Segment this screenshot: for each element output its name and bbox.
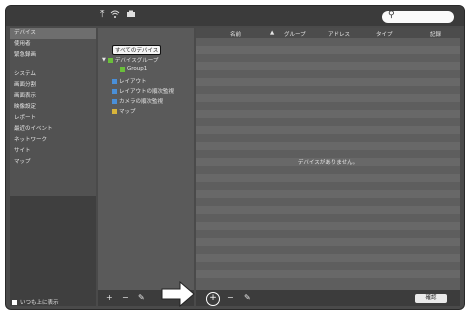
sidebar-item-video-settings[interactable]: 映像設定 [10, 102, 96, 113]
add-device-button[interactable]: + [206, 292, 220, 306]
table-row [196, 70, 460, 78]
device-tree-panel: すべてのデバイス ▼ デバイスグループ Group1 レイアウト レイアウトの順… [98, 28, 194, 290]
table-row [196, 254, 460, 262]
always-on-top-toggle[interactable]: いつも上に表示 [12, 298, 59, 306]
tree-item-group1[interactable]: Group1 [120, 66, 147, 72]
map-icon [112, 108, 117, 114]
table-header: 名前 ▲ グループ アドレス タイプ 記録 [196, 28, 460, 38]
camera-sequence-icon [112, 98, 117, 104]
column-address[interactable]: アドレス [328, 30, 350, 38]
edit-icon[interactable]: ✎ [138, 293, 145, 302]
table-row [196, 262, 460, 270]
table-row [196, 126, 460, 134]
table-row [196, 118, 460, 126]
confirm-button[interactable]: 確認 [415, 294, 447, 303]
table-row [196, 102, 460, 110]
table-row [196, 182, 460, 190]
table-row [196, 206, 460, 214]
table-row [196, 38, 460, 46]
all-devices-label: すべてのデバイス [112, 45, 162, 55]
camera-icon[interactable] [126, 9, 136, 22]
sidebar-item-map[interactable]: マップ [10, 157, 96, 168]
sidebar-item-display[interactable]: 画面表示 [10, 91, 96, 102]
table-row [196, 278, 460, 286]
group-icon [120, 66, 125, 72]
column-type[interactable]: タイプ [376, 30, 393, 38]
grid-icon [112, 78, 117, 84]
layout-sequence-label: レイアウトの順次監視 [119, 89, 175, 95]
table-row [196, 62, 460, 70]
table-row [196, 270, 460, 278]
table-row [196, 222, 460, 230]
column-name[interactable]: 名前 [230, 30, 241, 38]
table-row [196, 214, 460, 222]
table-row [196, 174, 460, 182]
top-toolbar: ⤒ ⚲ [6, 6, 464, 26]
tree-item-all-devices[interactable]: すべてのデバイス [112, 45, 162, 55]
sort-arrow-icon[interactable]: ▲ [270, 30, 274, 36]
tree-item-map[interactable]: マップ [112, 107, 136, 115]
search-icon: ⚲ [388, 10, 395, 20]
always-on-top-checkbox[interactable] [12, 299, 17, 305]
table-row [196, 46, 460, 54]
wifi-icon[interactable] [110, 9, 120, 22]
sidebar: デバイス 使用者 緊急録画 システム 画面分割 画面表示 映像設定 レポート 最… [10, 28, 96, 306]
device-group-label: デバイスグループ [114, 58, 159, 64]
remove-device-button[interactable]: − [227, 293, 234, 302]
sequence-icon [112, 88, 117, 94]
device-table: 名前 ▲ グループ アドレス タイプ 記録 デバイスがありません。 [196, 28, 460, 290]
table-row [196, 150, 460, 158]
sidebar-item-screen-split[interactable]: 画面分割 [10, 80, 96, 91]
expand-arrow-icon[interactable]: ▼ [102, 57, 106, 63]
empty-message: デバイスがありません。 [297, 160, 359, 166]
table-row [196, 78, 460, 86]
table-row [196, 134, 460, 142]
sidebar-item-recent-events[interactable]: 最近のイベント [10, 124, 96, 135]
sidebar-item-users[interactable]: 使用者 [10, 39, 96, 50]
tree-item-layout[interactable]: レイアウト [112, 77, 147, 85]
table-row [196, 166, 460, 174]
folder-icon [107, 57, 113, 63]
map-label: マップ [119, 109, 136, 115]
table-row [196, 86, 460, 94]
table-footer: + − ✎ 確認 [196, 290, 460, 306]
sidebar-item-report[interactable]: レポート [10, 113, 96, 124]
group1-label: Group1 [127, 66, 148, 72]
sidebar-divider [10, 61, 96, 69]
sidebar-menu: デバイス 使用者 緊急録画 システム 画面分割 画面表示 映像設定 レポート 最… [10, 28, 96, 196]
layout-label: レイアウト [119, 79, 147, 85]
table-row [196, 110, 460, 118]
minus-icon[interactable]: − [122, 293, 129, 302]
table-row [196, 246, 460, 254]
table-row [196, 54, 460, 62]
table-row [196, 238, 460, 246]
table-row [196, 230, 460, 238]
table-row [196, 198, 460, 206]
tree-item-camera-sequence[interactable]: カメラの順次監視 [112, 97, 163, 105]
sidebar-item-network[interactable]: ネットワーク [10, 135, 96, 146]
search-input[interactable]: ⚲ [382, 10, 454, 23]
upload-icon[interactable]: ⤒ [100, 9, 104, 22]
sidebar-item-devices[interactable]: デバイス [10, 28, 96, 39]
edit-device-button[interactable]: ✎ [244, 293, 251, 302]
sidebar-item-system[interactable]: システム [10, 69, 96, 80]
sidebar-item-emergency-record[interactable]: 緊急録画 [10, 50, 96, 61]
always-on-top-label: いつも上に表示 [20, 300, 59, 306]
sidebar-item-site[interactable]: サイト [10, 146, 96, 157]
table-row [196, 190, 460, 198]
camera-sequence-label: カメラの順次監視 [119, 99, 164, 105]
app-window: ⤒ ⚲ デバイス 使用者 緊急録画 システム 画面分割 画面表示 映像設定 レポ… [5, 5, 465, 310]
add-icon[interactable]: + [106, 293, 113, 302]
tree-item-device-group[interactable]: ▼ デバイスグループ [102, 56, 158, 64]
pointer-arrow-icon [161, 281, 195, 307]
column-record[interactable]: 記録 [430, 30, 441, 38]
tree-item-layout-sequence[interactable]: レイアウトの順次監視 [112, 87, 174, 95]
column-group[interactable]: グループ [284, 30, 306, 38]
table-row [196, 94, 460, 102]
table-row [196, 142, 460, 150]
